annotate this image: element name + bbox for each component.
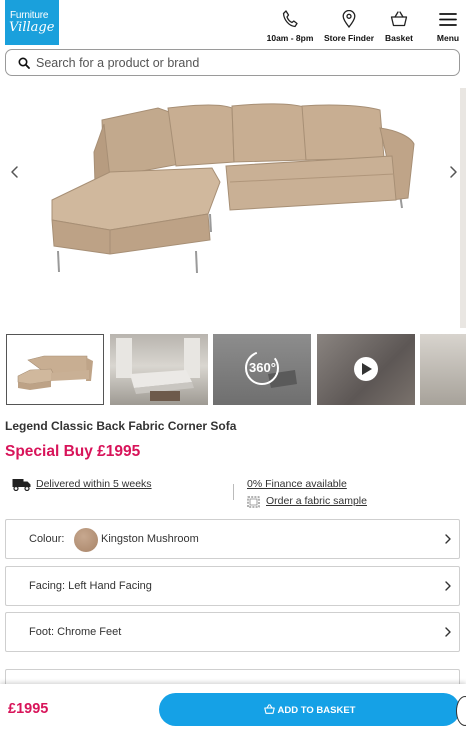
360-label: 360° xyxy=(249,360,276,375)
foot-label: Foot: Chrome Feet xyxy=(29,626,122,638)
add-to-basket-button[interactable]: ADD TO BASKET xyxy=(159,693,460,726)
sofa-product-image xyxy=(51,103,415,274)
fabric-sample-link[interactable]: Order a fabric sample xyxy=(266,495,367,507)
chat-widget-button[interactable] xyxy=(456,696,466,726)
thumbnail-strip: 360° xyxy=(0,334,466,406)
next-slide-preview xyxy=(460,88,466,328)
product-image-gallery[interactable] xyxy=(0,86,466,328)
search-bar[interactable] xyxy=(5,49,460,76)
map-pin-icon xyxy=(342,10,356,28)
add-to-basket-label: ADD TO BASKET xyxy=(277,704,356,716)
furniture-village-logo[interactable]: Furniture Village xyxy=(5,0,59,45)
basket-link[interactable]: Basket xyxy=(383,10,415,43)
sticky-price: £1995 xyxy=(8,701,49,717)
chevron-right-icon xyxy=(445,581,451,591)
store-finder-label: Store Finder xyxy=(323,33,375,43)
truck-icon xyxy=(12,479,31,491)
search-input[interactable] xyxy=(36,54,446,72)
chevron-left-icon[interactable] xyxy=(6,162,24,182)
foot-option[interactable]: Foot: Chrome Feet xyxy=(5,612,460,652)
sticky-add-to-basket-bar: £1995 ADD TO BASKET xyxy=(0,684,466,736)
store-finder-link[interactable]: Store Finder xyxy=(321,10,377,43)
room-scene-thumbnail-image xyxy=(116,338,200,401)
site-header: Furniture Village 10am - 8pm Store Finde… xyxy=(0,0,466,46)
info-divider xyxy=(233,484,234,500)
chevron-right-icon xyxy=(445,627,451,637)
hamburger-menu-icon xyxy=(439,13,457,26)
thumbnail-4-video[interactable] xyxy=(317,334,415,405)
fabric-sample-icon xyxy=(247,496,260,508)
basket-label: Basket xyxy=(385,33,413,43)
search-icon xyxy=(18,57,30,69)
basket-icon xyxy=(390,11,408,27)
facing-label: Facing: Left Hand Facing xyxy=(29,580,152,592)
basket-icon xyxy=(263,703,275,714)
thumbnail-3-360-view[interactable]: 360° xyxy=(213,334,311,405)
thumbnail-2[interactable] xyxy=(110,334,208,405)
thumbnail-1-selected[interactable] xyxy=(6,334,104,405)
product-price: Special Buy £1995 xyxy=(5,443,141,460)
chevron-right-icon xyxy=(445,534,451,544)
colour-label: Colour: xyxy=(29,533,65,545)
finance-link[interactable]: 0% Finance available xyxy=(247,478,347,490)
menu-label: Menu xyxy=(436,33,460,43)
menu-button[interactable]: Menu xyxy=(434,10,462,43)
phone-hours-label: 10am - 8pm xyxy=(266,33,314,43)
colour-value: Kingston Mushroom xyxy=(101,533,199,545)
play-icon xyxy=(354,357,378,381)
phone-link[interactable]: 10am - 8pm xyxy=(263,10,317,43)
thumbnail-5[interactable] xyxy=(420,334,466,405)
facing-option[interactable]: Facing: Left Hand Facing xyxy=(5,566,460,606)
sofa-thumbnail-image xyxy=(17,355,93,390)
product-title: Legend Classic Back Fabric Corner Sofa xyxy=(5,419,237,433)
delivery-link[interactable]: Delivered within 5 weeks xyxy=(36,478,152,490)
colour-swatch xyxy=(74,528,98,552)
colour-option[interactable]: Colour: Kingston Mushroom xyxy=(5,519,460,559)
logo-line2: Village xyxy=(9,20,55,35)
phone-icon xyxy=(282,10,298,28)
